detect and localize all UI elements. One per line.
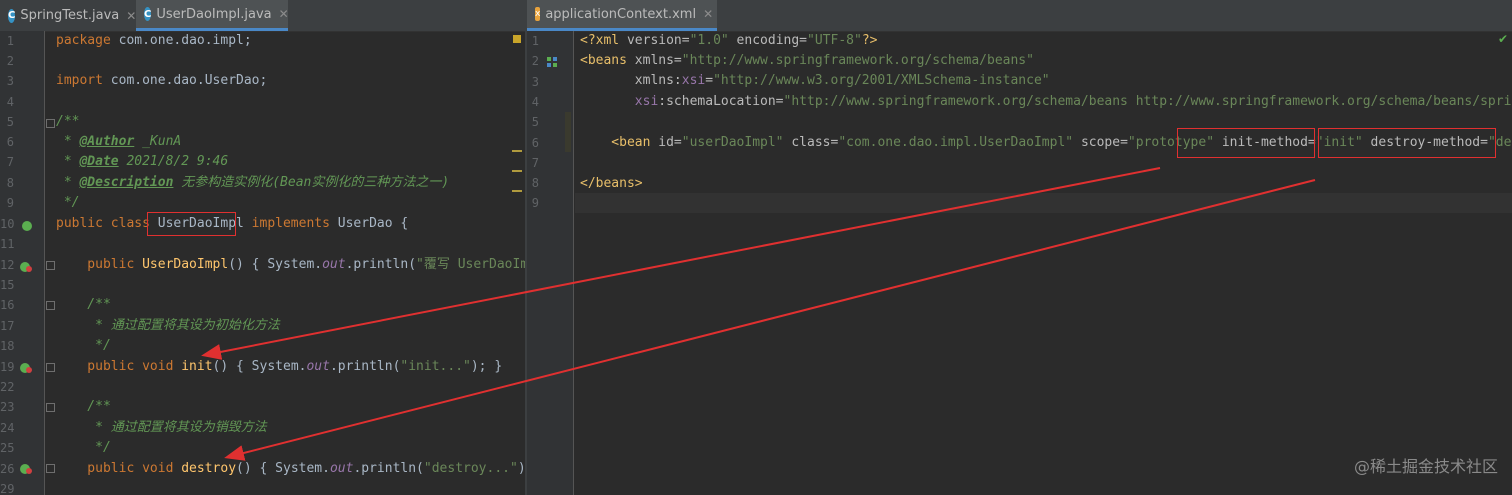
current-line-highlight bbox=[575, 193, 1512, 213]
fold-icon[interactable] bbox=[46, 301, 55, 310]
java-code-area[interactable]: package com.one.dao.impl; import com.one… bbox=[56, 31, 525, 495]
code-line: * 通过配置将其设为销毁方法 bbox=[56, 420, 267, 435]
line-number: 11 bbox=[0, 237, 15, 251]
spring-bean-icon[interactable] bbox=[547, 57, 557, 67]
fold-icon[interactable] bbox=[46, 119, 55, 128]
line-number: 25 bbox=[0, 441, 15, 455]
fold-icon[interactable] bbox=[46, 403, 55, 412]
line-number: 4 bbox=[531, 94, 539, 109]
code-line: * @Date 2021/8/2 9:46 bbox=[56, 154, 229, 169]
code-line: </beans> bbox=[580, 176, 643, 191]
override-marker-icon bbox=[26, 468, 32, 474]
tab-label: UserDaoImpl.java bbox=[156, 6, 272, 22]
check-icon[interactable]: ✔ bbox=[1498, 32, 1508, 46]
code-line: /** bbox=[56, 114, 80, 129]
code-line: /** bbox=[56, 297, 111, 312]
line-number: 12 bbox=[0, 258, 15, 272]
line-gutter: 1 2 3 4 5 6 7 8 9 10 11 12 15 16 17 18 19 22 23 24 25 26 29 bbox=[0, 31, 55, 495]
line-number: 23 bbox=[0, 400, 15, 414]
line-number: 5 bbox=[6, 115, 14, 129]
destroy-method-annotation-box bbox=[1318, 128, 1496, 158]
line-number: 4 bbox=[6, 95, 14, 109]
xml-code-area[interactable]: <?xml version="1.0" encoding="UTF-8"?> <… bbox=[580, 31, 1512, 495]
line-number: 3 bbox=[6, 74, 14, 88]
scroll-mark[interactable] bbox=[512, 190, 522, 192]
code-line: * @Author _KunA bbox=[56, 134, 182, 149]
line-number: 29 bbox=[0, 482, 15, 495]
line-number: 2 bbox=[6, 54, 14, 68]
line-number: 2 bbox=[531, 54, 539, 69]
java-editor-tabbar: C SpringTest.java ✕ C UserDaoImpl.java ✕ bbox=[0, 0, 525, 32]
override-marker-icon bbox=[26, 367, 32, 373]
tab-spring-test[interactable]: C SpringTest.java ✕ bbox=[0, 0, 136, 31]
tab-user-dao-impl[interactable]: C UserDaoImpl.java ✕ bbox=[136, 0, 289, 31]
override-marker-icon bbox=[26, 266, 32, 272]
line-number: 22 bbox=[0, 380, 15, 394]
line-number: 17 bbox=[0, 319, 15, 333]
line-number: 6 bbox=[531, 135, 539, 150]
line-number: 5 bbox=[531, 115, 539, 130]
java-class-icon: C bbox=[144, 7, 152, 21]
line-number: 18 bbox=[0, 339, 15, 353]
line-number: 7 bbox=[531, 155, 539, 170]
code-line: public UserDaoImpl() { System.out.printl… bbox=[56, 257, 525, 272]
code-line: <beans xmlns="http://www.springframework… bbox=[580, 53, 1034, 68]
fold-icon[interactable] bbox=[46, 363, 55, 372]
code-line: public void destroy() { System.out.print… bbox=[56, 461, 525, 476]
line-number: 16 bbox=[0, 298, 15, 312]
line-number: 10 bbox=[0, 217, 15, 231]
line-number: 24 bbox=[0, 421, 15, 435]
java-editor-pane: C SpringTest.java ✕ C UserDaoImpl.java ✕… bbox=[0, 0, 525, 495]
line-gutter: 1 2 3 4 5 6 7 8 9 bbox=[527, 31, 574, 495]
scroll-mark[interactable] bbox=[512, 150, 522, 152]
tab-label: SpringTest.java bbox=[20, 8, 120, 23]
fold-icon[interactable] bbox=[46, 464, 55, 473]
line-number: 9 bbox=[531, 196, 539, 211]
code-line: * 通过配置将其设为初始化方法 bbox=[56, 318, 280, 333]
implements-icon[interactable] bbox=[22, 221, 32, 231]
line-number: 15 bbox=[0, 278, 15, 292]
tab-application-context[interactable]: x applicationContext.xml ✕ bbox=[527, 0, 717, 31]
code-line: xsi:schemaLocation="http://www.springfra… bbox=[580, 94, 1512, 109]
code-line: */ bbox=[56, 440, 111, 455]
code-line: * @Description 无参构造实例化(Bean实例化的三种方法之一) bbox=[56, 175, 450, 190]
xml-file-icon: x bbox=[535, 7, 541, 21]
line-number: 8 bbox=[6, 176, 14, 190]
close-icon[interactable]: ✕ bbox=[703, 7, 713, 21]
code-line: */ bbox=[56, 195, 80, 210]
line-number: 19 bbox=[0, 360, 15, 374]
tab-label: applicationContext.xml bbox=[545, 6, 697, 22]
line-number: 26 bbox=[0, 462, 15, 476]
scroll-mark[interactable] bbox=[512, 170, 522, 172]
line-number: 6 bbox=[6, 135, 14, 149]
class-name-annotation-box bbox=[147, 212, 236, 236]
xml-editor-pane: x applicationContext.xml ✕ 1 2 3 4 5 6 7 8 9 <?x… bbox=[527, 0, 1512, 495]
code-line: import com.one.dao.UserDao; bbox=[56, 73, 268, 88]
init-method-annotation-box bbox=[1177, 128, 1315, 158]
close-icon[interactable]: ✕ bbox=[279, 7, 289, 21]
watermark: @稀土掘金技术社区 bbox=[1353, 457, 1498, 476]
code-line: */ bbox=[56, 338, 111, 353]
line-number: 1 bbox=[6, 34, 14, 48]
xml-editor-tabbar: x applicationContext.xml ✕ bbox=[527, 0, 1512, 32]
line-number: 9 bbox=[6, 196, 14, 210]
fold-icon[interactable] bbox=[46, 261, 55, 270]
line-number: 8 bbox=[531, 176, 539, 191]
line-number: 3 bbox=[531, 74, 539, 89]
code-line: /** bbox=[56, 399, 111, 414]
line-number: 7 bbox=[6, 155, 14, 169]
change-marker bbox=[565, 112, 571, 152]
java-class-icon: C bbox=[8, 8, 16, 23]
code-line: <?xml version="1.0" encoding="UTF-8"?> bbox=[580, 33, 878, 48]
code-line: public void init() { System.out.println(… bbox=[56, 359, 503, 374]
code-line: xmlns:xsi="http://www.w3.org/2001/XMLSch… bbox=[580, 73, 1050, 88]
warning-indicator-icon[interactable] bbox=[513, 35, 521, 43]
close-icon[interactable]: ✕ bbox=[126, 9, 136, 23]
code-line: package com.one.dao.impl; bbox=[56, 33, 252, 48]
line-number: 1 bbox=[531, 34, 539, 48]
